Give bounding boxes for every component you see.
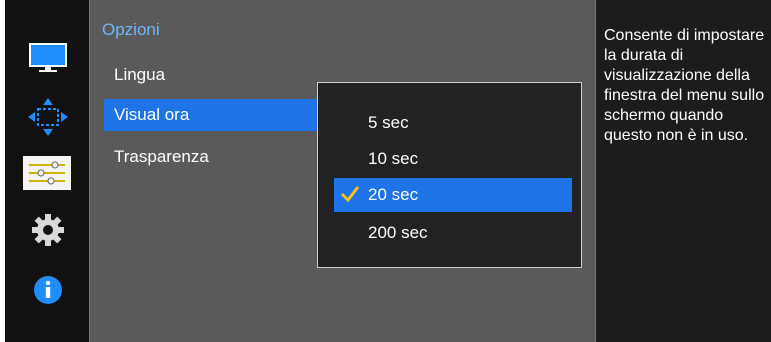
sidebar-item-picture[interactable] <box>26 36 70 80</box>
option-label: 200 sec <box>368 223 428 242</box>
sidebar-item-system[interactable] <box>23 156 71 190</box>
options-panel: Opzioni Lingua Visual ora Trasparenza 5 … <box>89 0 596 342</box>
menu-item-trasparenza[interactable]: Trasparenza <box>104 141 209 173</box>
sidebar-item-position[interactable] <box>26 95 70 139</box>
option-label: 20 sec <box>368 185 419 204</box>
option-10-sec[interactable]: 10 sec <box>334 142 572 176</box>
monitor-icon <box>29 43 67 72</box>
option-label: 5 sec <box>368 113 409 132</box>
option-200-sec[interactable]: 200 sec <box>334 216 572 250</box>
gear-icon <box>32 214 64 246</box>
option-label: 10 sec <box>368 149 419 168</box>
menu-item-lingua[interactable]: Lingua <box>104 59 165 91</box>
menu-item-label: Lingua <box>114 65 166 84</box>
sidebar <box>5 0 90 342</box>
resize-arrows-icon <box>28 98 68 136</box>
panel-title: Opzioni <box>102 20 160 39</box>
help-description: Consente di impostare la durata di visua… <box>596 0 771 342</box>
info-icon <box>34 276 62 304</box>
option-20-sec[interactable]: 20 sec <box>334 178 572 212</box>
option-5-sec[interactable]: 5 sec <box>334 106 572 140</box>
menu-item-label: Visual ora <box>114 105 190 124</box>
checkmark-icon <box>340 186 360 203</box>
time-options-dropdown: 5 sec 10 sec 20 sec 200 sec <box>317 82 582 268</box>
menu-item-visual-ora[interactable]: Visual ora <box>104 99 326 131</box>
sidebar-item-settings[interactable] <box>26 208 70 252</box>
settings-sliders-icon <box>29 161 65 185</box>
sidebar-item-information[interactable] <box>26 268 70 312</box>
menu-item-label: Trasparenza <box>114 147 209 166</box>
